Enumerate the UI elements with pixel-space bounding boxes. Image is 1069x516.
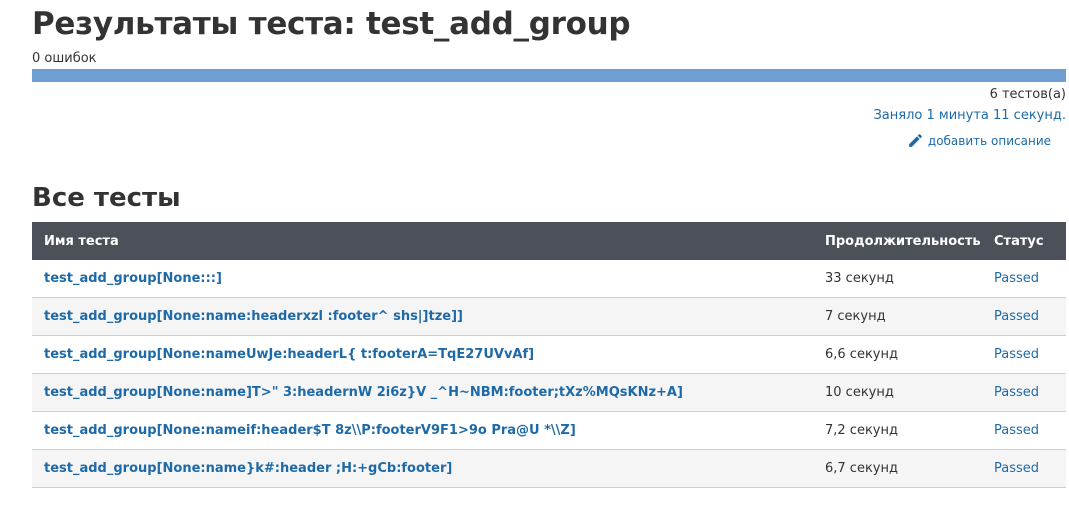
test-status-cell: Passed (982, 411, 1066, 450)
add-description-link[interactable]: добавить описание (907, 132, 1051, 149)
table-row: test_add_group[None:nameif:header$T 8z\\… (32, 411, 1066, 450)
test-name-cell: test_add_group[None:name}k#:header ;H:+g… (32, 449, 813, 488)
test-name-cell: test_add_group[None:nameif:header$T 8z\\… (32, 411, 813, 450)
test-name-cell: test_add_group[None:name]T>" 3:headernW … (32, 373, 813, 412)
test-name-cell: test_add_group[None:nameUwJe:headerL{ t:… (32, 335, 813, 374)
pencil-icon (907, 132, 924, 149)
test-results-page: Результаты теста: test_add_group 0 ошибо… (0, 0, 1069, 516)
table-row: test_add_group[None:name:headerxzl :foot… (32, 297, 1066, 336)
test-status-cell: Passed (982, 449, 1066, 488)
add-description-label: добавить описание (927, 133, 1051, 148)
table-row: test_add_group[None:::] 33 секунд Passed (32, 260, 1066, 298)
test-name-link[interactable]: test_add_group[None:name}k#:header ;H:+g… (44, 461, 452, 476)
results-table: Имя теста Продолжительность Статус test_… (32, 222, 1066, 488)
tests-count: 6 тестов(а) (989, 87, 1066, 102)
test-name-link[interactable]: test_add_group[None:name]T>" 3:headernW … (44, 385, 683, 400)
table-row: test_add_group[None:name]T>" 3:headernW … (32, 373, 1066, 412)
test-status-cell: Passed (982, 335, 1066, 374)
test-duration-cell: 33 секунд (813, 260, 982, 298)
test-name-link[interactable]: test_add_group[None:name:headerxzl :foot… (44, 309, 463, 324)
column-header-duration[interactable]: Продолжительность (813, 222, 982, 260)
total-duration: Заняло 1 минута 11 секунд. (873, 108, 1066, 123)
section-title: Все тесты (32, 183, 181, 213)
test-duration-cell: 7 секунд (813, 297, 982, 336)
test-duration-cell: 6,7 секунд (813, 449, 982, 488)
test-duration-cell: 7,2 секунд (813, 411, 982, 450)
test-name-cell: test_add_group[None:::] (32, 260, 813, 298)
test-name-link[interactable]: test_add_group[None:::] (44, 271, 222, 286)
test-status-cell: Passed (982, 297, 1066, 336)
column-header-name[interactable]: Имя теста (32, 222, 813, 260)
test-name-link[interactable]: test_add_group[None:nameUwJe:headerL{ t:… (44, 347, 534, 362)
column-header-status[interactable]: Статус (982, 222, 1066, 260)
test-status-cell: Passed (982, 260, 1066, 298)
progress-bar-fill (32, 69, 1066, 82)
table-row: test_add_group[None:nameUwJe:headerL{ t:… (32, 335, 1066, 374)
test-name-cell: test_add_group[None:name:headerxzl :foot… (32, 297, 813, 336)
error-count: 0 ошибок (32, 51, 97, 66)
progress-bar (32, 69, 1066, 82)
table-header-row: Имя теста Продолжительность Статус (32, 222, 1066, 260)
test-name-link[interactable]: test_add_group[None:nameif:header$T 8z\\… (44, 423, 576, 438)
test-duration-cell: 6,6 секунд (813, 335, 982, 374)
page-title: Результаты теста: test_add_group (32, 6, 631, 42)
test-status-cell: Passed (982, 373, 1066, 412)
table-row: test_add_group[None:name}k#:header ;H:+g… (32, 449, 1066, 488)
test-duration-cell: 10 секунд (813, 373, 982, 412)
